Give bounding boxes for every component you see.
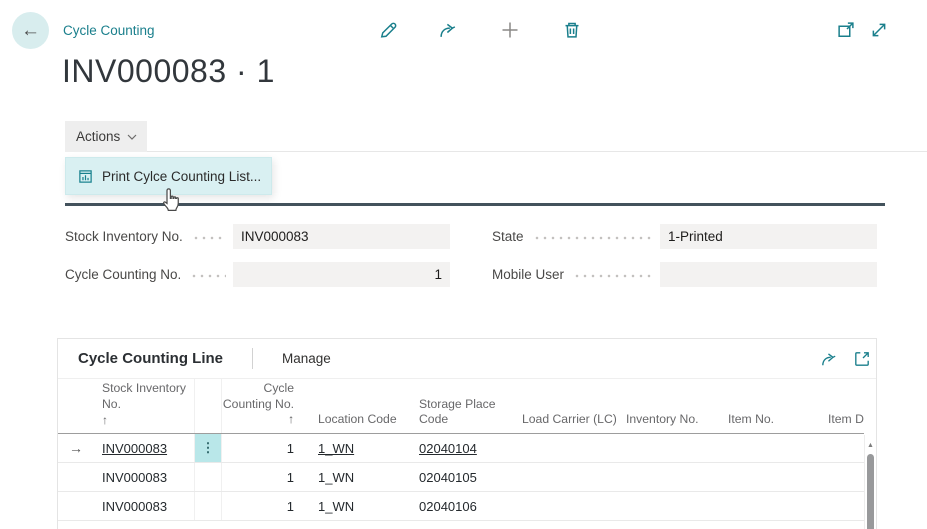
delete-icon[interactable]	[562, 20, 582, 40]
focus-mode-icon	[853, 350, 871, 368]
dotted-leader	[573, 274, 653, 278]
cycle-counting-card-page: ← Cycle Counting INV000083 · 1	[0, 0, 927, 529]
table-row: INV000083 1 1_WN 02040105	[58, 463, 864, 492]
share-icon[interactable]	[438, 20, 458, 40]
print-cycle-counting-list-item[interactable]: Print Cylce Counting List...	[102, 169, 261, 184]
col-ellipsis	[194, 379, 222, 433]
edit-icon[interactable]	[378, 20, 398, 40]
lines-section-title: Cycle Counting Line	[78, 350, 223, 367]
col-inventory-no[interactable]: Inventory No.	[623, 412, 724, 433]
cycle-counting-line-part: Cycle Counting Line Manage	[57, 338, 877, 529]
col-item-no[interactable]: Item No.	[724, 412, 826, 433]
chevron-down-icon	[127, 134, 137, 140]
cycle-counting-no-cell[interactable]: 1	[222, 470, 299, 485]
share-arrow-icon	[820, 350, 838, 368]
field-state: State 1-Printed	[492, 224, 877, 249]
lines-focus-mode-icon[interactable]	[853, 350, 871, 368]
empty-row-sliver	[58, 521, 876, 529]
fasttab-separator	[65, 203, 885, 206]
page-title: INV000083 · 1	[62, 53, 275, 90]
lines-share-icon[interactable]	[820, 350, 838, 368]
dotted-leader	[190, 274, 226, 278]
section-header-divider	[252, 348, 253, 369]
storage-place-code-link[interactable]: 02040104	[419, 441, 477, 456]
row-context-menu-button[interactable]: ⋮	[194, 434, 222, 462]
report-icon	[78, 169, 93, 184]
stock-inventory-no-label: Stock Inventory No.	[65, 229, 183, 244]
cycle-counting-no-cell[interactable]: 1	[222, 441, 299, 456]
field-stock-inventory-no: Stock Inventory No. INV000083	[65, 224, 450, 249]
scroll-up-icon[interactable]: ▲	[866, 442, 875, 449]
col-location-code[interactable]: Location Code	[299, 412, 411, 433]
sort-ascending-icon: ↑	[102, 413, 194, 428]
cycle-counting-no-input[interactable]: 1	[233, 262, 450, 287]
diagonal-arrows-icon	[869, 20, 889, 40]
stock-inventory-no-cell[interactable]: INV000083	[94, 470, 194, 485]
cycle-counting-no-label: Cycle Counting No.	[65, 267, 181, 282]
grid-vertical-scrollbar[interactable]: ▲	[864, 435, 876, 529]
command-bar-divider	[65, 151, 927, 152]
storage-place-code-cell[interactable]: 02040106	[411, 499, 519, 514]
actions-dropdown-menu: Print Cylce Counting List...	[65, 157, 272, 195]
open-new-window-icon	[836, 20, 856, 40]
actions-menu-button[interactable]: Actions	[65, 121, 147, 152]
table-row: → INV000083 ⋮ 1 1_WN 02040104	[58, 434, 864, 463]
col-cycle-counting-no[interactable]: Cycle Counting No. ↑	[222, 381, 299, 433]
plus-icon	[500, 20, 520, 40]
stock-inventory-no-cell[interactable]: INV000083	[94, 499, 194, 514]
trash-icon	[562, 20, 582, 40]
col-stock-inventory-no[interactable]: Stock Inventory No. ↑	[94, 381, 194, 433]
actions-menu-label: Actions	[76, 129, 120, 144]
location-code-link[interactable]: 1_WN	[318, 441, 354, 456]
row-selector-header	[58, 428, 94, 433]
lines-section-header: Cycle Counting Line Manage	[58, 339, 876, 379]
cycle-counting-no-cell[interactable]: 1	[222, 499, 299, 514]
page-caption: Cycle Counting	[63, 23, 155, 38]
mobile-user-input[interactable]	[660, 262, 877, 287]
manage-menu-button[interactable]: Manage	[282, 351, 331, 366]
col-load-carrier[interactable]: Load Carrier (LC)	[519, 412, 623, 433]
stock-inventory-no-input[interactable]: INV000083	[233, 224, 450, 249]
scrollbar-thumb[interactable]	[867, 454, 874, 529]
pencil-icon	[378, 20, 398, 40]
share-arrow-icon	[438, 20, 458, 40]
stock-inventory-no-link[interactable]: INV000083	[102, 441, 167, 456]
back-button[interactable]: ←	[12, 12, 49, 49]
new-icon[interactable]	[500, 20, 520, 40]
grid-header-row: Stock Inventory No. ↑ Cycle Counting No.…	[58, 379, 864, 434]
state-input[interactable]: 1-Printed	[660, 224, 877, 249]
state-label: State	[492, 229, 524, 244]
fullscreen-icon[interactable]	[869, 20, 889, 40]
col-item-description[interactable]: Item Description	[826, 412, 864, 433]
field-cycle-counting-no: Cycle Counting No. 1	[65, 262, 450, 287]
active-row-arrow-icon: →	[58, 440, 94, 456]
storage-place-code-cell[interactable]: 02040105	[411, 470, 519, 485]
field-mobile-user: Mobile User	[492, 262, 877, 287]
dotted-leader	[192, 236, 226, 240]
location-code-cell[interactable]: 1_WN	[299, 499, 411, 514]
dotted-leader	[533, 236, 653, 240]
location-code-cell[interactable]: 1_WN	[299, 470, 411, 485]
popout-icon[interactable]	[836, 20, 856, 40]
mobile-user-label: Mobile User	[492, 267, 564, 282]
table-row: INV000083 1 1_WN 02040106	[58, 492, 864, 521]
col-storage-place-code[interactable]: Storage Place Code	[411, 397, 519, 433]
